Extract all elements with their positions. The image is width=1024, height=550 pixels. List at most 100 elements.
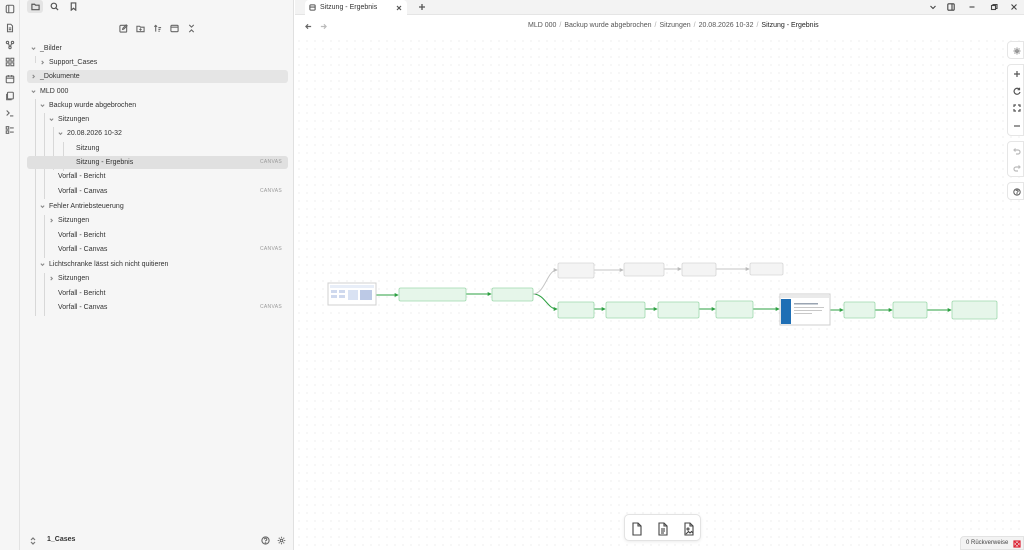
file-sitzung[interactable]: Sitzung	[27, 142, 288, 155]
canvas-icon[interactable]	[4, 56, 16, 68]
sync-error-icon[interactable]	[1013, 540, 1021, 548]
tree-item-label: Vorfall - Canvas	[58, 188, 108, 195]
quick-switcher-icon[interactable]	[4, 22, 16, 34]
auto-reveal-icon[interactable]	[168, 22, 180, 34]
vault-switcher-icon[interactable]	[29, 536, 37, 546]
sort-icon[interactable]	[151, 22, 163, 34]
file-vorfall-canvas[interactable]: Vorfall - Canvas CANVAS	[27, 185, 288, 198]
canvas-node[interactable]	[749, 262, 784, 276]
bookmarks-tab[interactable]	[65, 0, 81, 13]
help-controls	[1007, 182, 1024, 200]
breadcrumb-item[interactable]: Sitzungen	[659, 22, 690, 29]
file-vorfall-canvas[interactable]: Vorfall - Canvas CANVAS	[27, 243, 288, 256]
search-tab[interactable]	[46, 0, 62, 13]
file-vorfall-bericht[interactable]: Vorfall - Bericht	[27, 229, 288, 242]
back-arrow-icon[interactable]	[303, 21, 313, 31]
help-icon[interactable]	[260, 535, 271, 546]
vault-name[interactable]: 1_Cases	[47, 536, 75, 543]
tree-item-label: Vorfall - Bericht	[58, 173, 106, 180]
file-vorfall-bericht[interactable]: Vorfall - Bericht	[27, 287, 288, 300]
file-vorfall-bericht[interactable]: Vorfall - Bericht	[27, 170, 288, 183]
folder-sitzungen[interactable]: Sitzungen	[27, 113, 288, 126]
close-tab-icon[interactable]	[394, 2, 403, 13]
toggle-sidebar-icon[interactable]	[4, 3, 16, 15]
canvas-node[interactable]	[605, 301, 646, 319]
templates-icon[interactable]	[4, 90, 16, 102]
tab-list-chevron-icon[interactable]	[923, 0, 943, 14]
folder-mld-000[interactable]: MLD 000	[27, 85, 288, 98]
folder-backup-abgebrochen[interactable]: Backup wurde abgebrochen	[27, 99, 288, 112]
main-workspace: Sitzung - Ergebnis MLD 000/Backup wurde …	[295, 0, 1024, 550]
tree-item-label: Vorfall - Bericht	[58, 290, 106, 297]
canvas-node[interactable]	[557, 262, 595, 279]
settings-gear-icon[interactable]	[276, 535, 287, 546]
chevron-right-icon	[39, 56, 45, 69]
zoom-controls	[1007, 64, 1024, 136]
add-media-icon[interactable]	[682, 521, 696, 536]
breadcrumb-item[interactable]: Backup wurde abgebrochen	[564, 22, 651, 29]
canvas-node[interactable]	[491, 287, 534, 302]
tree-item-label: MLD 000	[40, 88, 69, 95]
canvas-node[interactable]	[951, 300, 998, 320]
folder-sitzungen[interactable]: Sitzungen	[27, 272, 288, 285]
add-note-icon[interactable]	[656, 521, 670, 536]
terminal-icon[interactable]	[4, 107, 16, 119]
backlinks-count[interactable]: 0 Rückverweise	[966, 540, 1008, 546]
canvas-node-image[interactable]	[327, 282, 377, 306]
canvas-node[interactable]	[657, 301, 700, 319]
restore-icon[interactable]	[984, 0, 1004, 14]
files-tab[interactable]	[27, 0, 43, 13]
tasks-icon[interactable]	[4, 124, 16, 136]
canvas-edge[interactable]	[532, 268, 558, 295]
tree-item-label: _Dokumente	[40, 73, 80, 80]
chevron-down-icon	[39, 99, 45, 112]
breadcrumb-item[interactable]: 20.08.2026 10-32	[699, 22, 754, 29]
canvas-file-icon	[309, 4, 316, 11]
file-type-badge: CANVAS	[260, 304, 282, 310]
add-card-icon[interactable]	[630, 521, 644, 536]
folder-bilder[interactable]: _Bilder	[27, 42, 288, 55]
new-note-icon[interactable]	[117, 22, 129, 34]
tab-sitzung-ergebnis[interactable]: Sitzung - Ergebnis	[305, 0, 407, 15]
graph-view-icon[interactable]	[4, 39, 16, 51]
breadcrumb-item[interactable]: MLD 000	[528, 22, 556, 29]
redo-icon[interactable]	[1011, 162, 1022, 173]
canvas-help-icon[interactable]	[1011, 186, 1022, 197]
toggle-right-sidebar-icon[interactable]	[941, 0, 961, 14]
forward-arrow-icon[interactable]	[318, 21, 328, 31]
calendar-icon[interactable]	[4, 73, 16, 85]
canvas-edge[interactable]	[532, 293, 558, 311]
tree-item-label: Vorfall - Canvas	[58, 246, 108, 253]
minimize-icon[interactable]	[962, 0, 982, 14]
canvas-node[interactable]	[557, 301, 595, 319]
folder-session-date[interactable]: 20.08.2026 10-32	[27, 127, 288, 140]
file-type-badge: CANVAS	[260, 188, 282, 194]
folder-dokumente[interactable]: _Dokumente	[27, 70, 288, 83]
file-sitzung-ergebnis[interactable]: Sitzung - Ergebnis CANVAS	[27, 156, 288, 169]
canvas-node[interactable]	[843, 301, 876, 319]
canvas-node[interactable]	[398, 287, 467, 302]
canvas-node[interactable]	[715, 300, 754, 319]
folder-lichtschranke[interactable]: Lichtschranke lässt sich nicht quitieren	[27, 258, 288, 271]
canvas-node[interactable]	[892, 301, 928, 319]
zoom-in-icon[interactable]	[1011, 68, 1022, 79]
close-window-icon[interactable]	[1004, 0, 1024, 14]
new-folder-icon[interactable]	[134, 22, 146, 34]
canvas-node-image[interactable]	[779, 293, 831, 326]
zoom-to-fit-icon[interactable]	[1011, 102, 1022, 113]
canvas-settings-gear-icon[interactable]	[1011, 45, 1022, 56]
folder-fehler-antrieb[interactable]: Fehler Antriebsteuerung	[27, 200, 288, 213]
undo-icon[interactable]	[1011, 145, 1022, 156]
file-explorer-actions	[117, 22, 197, 34]
canvas-view[interactable]	[295, 37, 1024, 550]
file-type-badge: CANVAS	[260, 246, 282, 252]
folder-sitzungen[interactable]: Sitzungen	[27, 214, 288, 227]
reset-zoom-icon[interactable]	[1011, 85, 1022, 96]
folder-support-cases[interactable]: Support_Cases	[27, 56, 288, 69]
new-tab-icon[interactable]	[416, 1, 428, 13]
file-vorfall-canvas[interactable]: Vorfall - Canvas CANVAS	[27, 301, 288, 314]
collapse-all-icon[interactable]	[185, 22, 197, 34]
canvas-node[interactable]	[623, 262, 665, 277]
zoom-out-icon[interactable]	[1011, 120, 1022, 131]
canvas-node[interactable]	[681, 262, 717, 277]
